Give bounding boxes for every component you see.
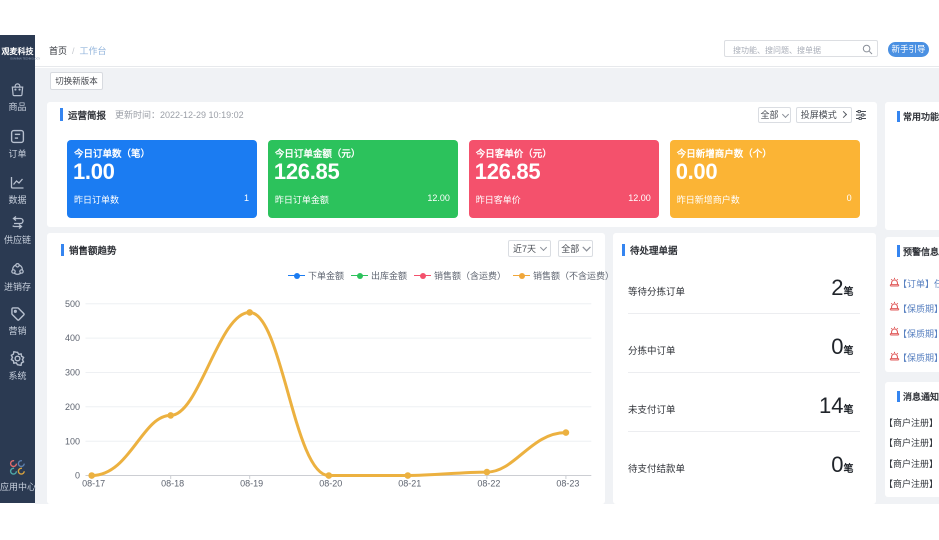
svg-text:300: 300 (65, 368, 80, 378)
svg-text:08-21: 08-21 (398, 478, 421, 488)
svg-text:400: 400 (65, 333, 80, 343)
svg-text:500: 500 (65, 299, 80, 309)
svg-text:100: 100 (65, 436, 80, 446)
svg-text:08-18: 08-18 (161, 478, 184, 488)
svg-text:0: 0 (75, 471, 80, 481)
svg-text:08-23: 08-23 (556, 478, 579, 488)
svg-text:08-19: 08-19 (240, 478, 263, 488)
svg-text:08-17: 08-17 (82, 478, 105, 488)
svg-text:200: 200 (65, 402, 80, 412)
svg-text:08-22: 08-22 (477, 478, 500, 488)
svg-text:08-20: 08-20 (319, 478, 342, 488)
